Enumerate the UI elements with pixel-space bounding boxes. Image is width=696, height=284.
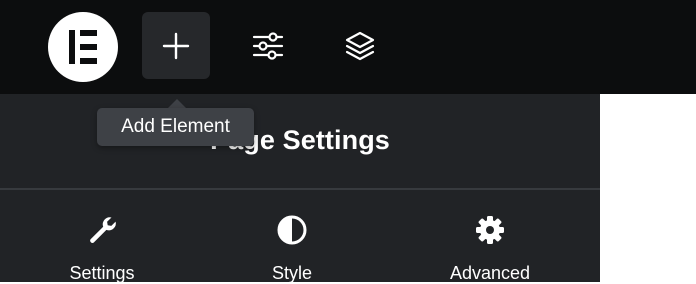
add-element-tooltip: Add Element — [97, 108, 254, 146]
plus-icon — [162, 32, 190, 59]
structure-button[interactable] — [326, 12, 394, 79]
tab-style-label: Style — [271, 263, 313, 283]
page-settings-button[interactable] — [234, 12, 302, 79]
tab-settings[interactable]: Settings — [32, 210, 172, 283]
tooltip-arrow — [168, 99, 186, 108]
page-title: Page Settings — [210, 125, 390, 155]
tab-settings-label: Settings — [69, 263, 135, 283]
add-element-button[interactable] — [142, 12, 210, 79]
elementor-logo-icon[interactable] — [48, 12, 118, 82]
tab-advanced-label: Advanced — [449, 263, 531, 283]
gear-icon — [476, 216, 504, 244]
wrench-icon — [90, 217, 116, 243]
tab-style[interactable]: Style — [222, 210, 362, 283]
top-toolbar — [0, 0, 696, 94]
half-circle-icon — [277, 215, 307, 245]
layers-icon — [345, 31, 375, 60]
sliders-icon — [252, 31, 284, 60]
panel-divider — [0, 188, 600, 190]
tab-advanced[interactable]: Advanced — [420, 210, 560, 283]
